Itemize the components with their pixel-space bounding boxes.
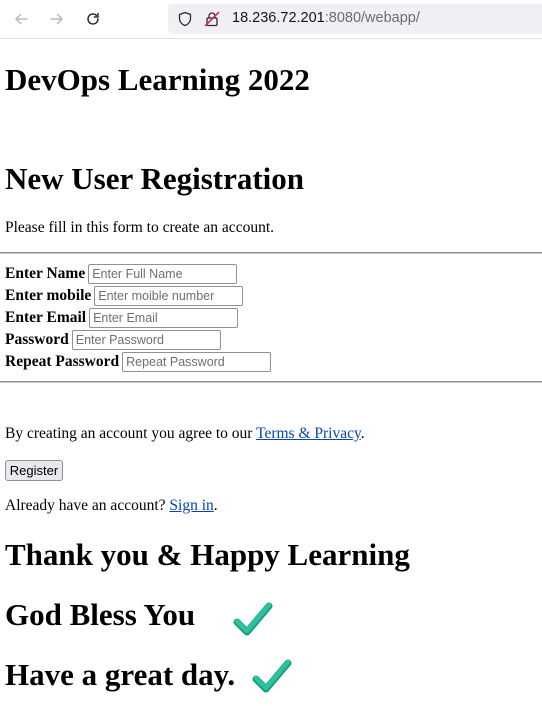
name-label: Enter Name [5, 265, 86, 282]
address-bar[interactable]: 18.236.72.201:8080/webapp/ [168, 4, 542, 34]
mobile-input[interactable] [94, 286, 244, 306]
url-host: 18.236.72.201 [232, 10, 325, 26]
repeat-password-label: Repeat Password [5, 353, 120, 370]
forward-arrow-icon [50, 13, 63, 25]
signin-suffix: . [213, 497, 218, 514]
reload-icon [87, 12, 99, 25]
divider-top [0, 252, 542, 254]
mobile-row: Enter mobile [5, 285, 244, 307]
password-label: Password [5, 331, 69, 348]
repeat-password-row: Repeat Password [5, 351, 272, 373]
email-row: Enter Email [5, 307, 239, 329]
divider-bottom [0, 381, 542, 383]
signin-text: Already have an account? Sign in. [5, 497, 218, 515]
page-title: DevOps Learning 2022 [5, 62, 310, 97]
back-arrow-icon [15, 13, 28, 25]
url-text[interactable]: 18.236.72.201:8080/webapp/ [232, 10, 420, 26]
signin-link[interactable]: Sign in [169, 497, 213, 514]
repeat-password-input[interactable] [122, 352, 272, 372]
checkmark-icon [252, 659, 292, 693]
password-row: Password [5, 329, 221, 351]
name-input[interactable] [88, 264, 238, 284]
back-button[interactable] [9, 7, 33, 31]
terms-prefix: By creating an account you agree to our [5, 425, 257, 442]
thanks-heading: Thank you & Happy Learning [5, 537, 410, 572]
shield-icon[interactable] [177, 11, 193, 27]
checkmark-icon [233, 602, 273, 636]
mobile-label: Enter mobile [5, 287, 92, 304]
blessing-heading: God Bless You [5, 597, 196, 632]
browser-toolbar: 18.236.72.201:8080/webapp/ [0, 0, 542, 39]
email-label: Enter Email [5, 309, 87, 326]
farewell-heading: Have a great day. [5, 657, 236, 692]
name-row: Enter Name [5, 263, 238, 285]
password-input[interactable] [71, 330, 221, 350]
url-path: :8080/webapp/ [324, 10, 420, 26]
reload-button[interactable] [81, 7, 105, 31]
signin-prefix: Already have an account? [5, 497, 170, 514]
terms-text: By creating an account you agree to our … [5, 425, 365, 443]
terms-link[interactable]: Terms & Privacy [256, 425, 361, 442]
email-input[interactable] [89, 308, 239, 328]
register-button[interactable]: Register [5, 460, 63, 481]
terms-suffix: . [360, 425, 365, 442]
forward-button[interactable] [45, 7, 69, 31]
insecure-lock-icon[interactable] [204, 11, 220, 27]
form-heading: New User Registration [5, 161, 305, 196]
form-intro: Please fill in this form to create an ac… [5, 219, 275, 236]
